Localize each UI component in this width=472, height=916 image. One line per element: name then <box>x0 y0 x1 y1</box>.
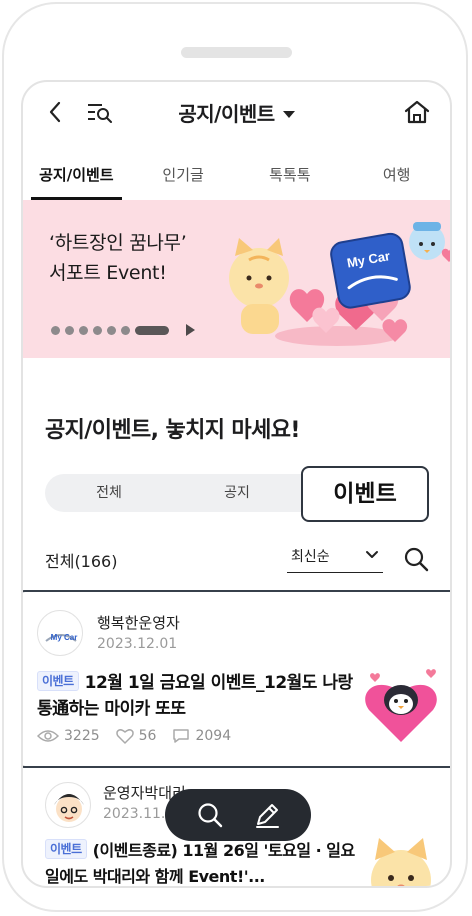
tab-popular[interactable]: 인기글 <box>130 152 237 200</box>
view-count: 3225 <box>37 728 100 744</box>
caret-down-icon <box>282 111 295 118</box>
tab-talk[interactable]: 톡톡톡 <box>237 152 344 200</box>
carousel-dot[interactable] <box>65 325 74 335</box>
like-count[interactable]: 56 <box>115 728 157 744</box>
post-count: 전체(166) <box>45 552 118 571</box>
pencil-icon[interactable] <box>252 800 282 830</box>
home-icon[interactable] <box>401 96 433 128</box>
view-count-value: 3225 <box>64 728 100 744</box>
comment-icon <box>173 729 190 743</box>
category-tabs: 공지/이벤트 인기글 톡톡톡 여행 <box>23 152 450 200</box>
avatar[interactable] <box>45 782 91 828</box>
carousel-dot[interactable] <box>51 325 60 335</box>
carousel-indicator <box>51 324 195 336</box>
tab-travel[interactable]: 여행 <box>343 152 450 200</box>
carousel-dot-active[interactable] <box>135 325 169 335</box>
post-thumbnail[interactable] <box>361 830 441 888</box>
post-stats: 3225 56 2094 <box>37 728 247 744</box>
post-thumbnail[interactable] <box>361 664 441 744</box>
carousel-dot[interactable] <box>121 325 130 335</box>
comment-count-value: 2094 <box>195 728 232 744</box>
comment-count[interactable]: 2094 <box>172 728 231 744</box>
play-icon[interactable] <box>186 324 195 336</box>
post-title[interactable]: 이벤트 (이벤트종료) 11월 26일 '토요일 · 일요일에도 박대리와 함께 … <box>45 838 359 886</box>
post-author[interactable]: 행복한운영자 <box>97 612 180 633</box>
chevron-down-icon <box>366 551 378 558</box>
carousel-dot[interactable] <box>107 325 116 335</box>
post-title[interactable]: 이벤트 12월 1일 금요일 이벤트_12월도 나랑 통通하는 마이카 또또 <box>37 670 353 722</box>
post-card[interactable]: My Car 행복한운영자 2023.12.01 이벤트 12월 1일 금요일 이… <box>23 590 450 768</box>
carousel-dot[interactable] <box>79 325 88 335</box>
phone-speaker <box>181 47 292 58</box>
post-title-text: (이벤트종료) 11월 26일 '토요일 · 일요일에도 박대리와 함께 Eve… <box>45 841 355 886</box>
filter-all[interactable]: 전체 <box>45 474 173 512</box>
heart-icon <box>115 729 134 744</box>
search-icon[interactable] <box>403 546 429 572</box>
eye-icon <box>37 730 59 742</box>
floating-action-bar <box>165 789 311 841</box>
banner-title: ‘하트장인 꿈나무’ 서포트 Event! <box>49 232 187 284</box>
post-date: 2023.12.01 <box>97 636 178 652</box>
page-title: 공지/이벤트 <box>178 102 275 126</box>
post-title-text: 12월 1일 금요일 이벤트_12월도 나랑 통通하는 마이카 또또 <box>37 673 353 719</box>
like-count-value: 56 <box>138 728 157 744</box>
event-tag: 이벤트 <box>45 839 87 859</box>
carousel-dot[interactable] <box>93 325 102 335</box>
avatar-logo-text: My Car <box>51 633 78 642</box>
tab-notice-event[interactable]: 공지/이벤트 <box>23 152 130 200</box>
banner-illustration: My Car <box>229 222 450 346</box>
app-screen: 공지/이벤트 공지/이벤트 인기글 톡톡톡 여행 ‘하트장인 꿈나무’ 서포트 … <box>21 80 452 888</box>
section-headline: 공지/이벤트, 놓치지 마세요! <box>45 418 300 443</box>
avatar[interactable]: My Car <box>37 610 83 656</box>
filter-event-selected[interactable]: 이벤트 <box>301 466 429 522</box>
sort-value: 최신순 <box>291 549 330 565</box>
post-date: 2023.11.2 <box>103 806 175 822</box>
sort-dropdown[interactable]: 최신순 <box>287 546 383 573</box>
search-icon[interactable] <box>195 800 225 830</box>
app-bar: 공지/이벤트 <box>23 82 450 144</box>
title-dropdown[interactable]: 공지/이벤트 <box>23 98 450 127</box>
filter-notice[interactable]: 공지 <box>173 474 301 512</box>
event-tag: 이벤트 <box>37 671 79 691</box>
event-banner[interactable]: ‘하트장인 꿈나무’ 서포트 Event! My Car <box>23 200 450 358</box>
